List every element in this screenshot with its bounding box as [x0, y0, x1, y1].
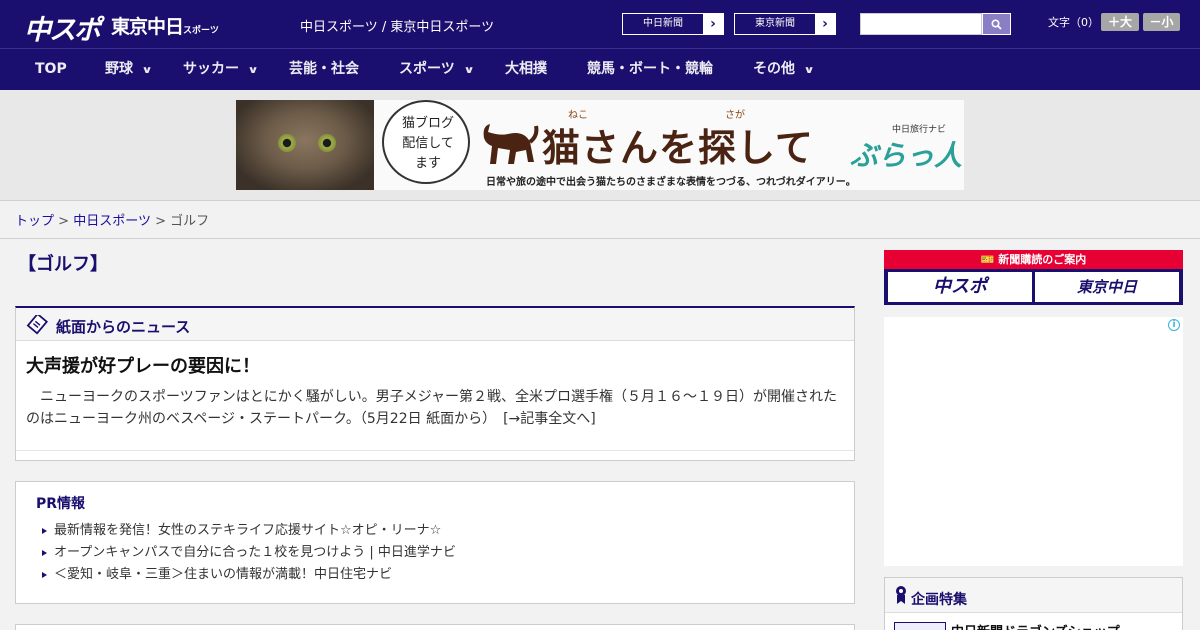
nav-entertainment[interactable]: 芸能・社会 — [289, 49, 359, 90]
nav-sumo[interactable]: 大相撲 — [505, 49, 547, 90]
read-more-link[interactable]: [→記事全文へ] — [503, 411, 596, 427]
chuspo-logo: 中スポ — [888, 272, 1032, 302]
breadcrumb-top[interactable]: トップ — [15, 214, 54, 229]
paper-link-label: 中日新聞 — [643, 18, 683, 29]
tokyo-chunichi-logo[interactable]: 東京中日スポーツ — [111, 12, 219, 39]
nav-sports[interactable]: スポーツ ∨ — [399, 49, 475, 90]
cat-eye — [278, 134, 296, 152]
ad-slot: i — [884, 317, 1183, 566]
chuspo-logo[interactable]: 中スポ — [24, 8, 101, 47]
font-smaller-button[interactable]: －小 — [1143, 13, 1180, 31]
burabito-logo: ぶらっ人 — [850, 139, 963, 172]
pr-link[interactable]: 最新情報を発信！女性のステキライフ応援サイト☆オピ・リーナ☆ — [40, 520, 456, 542]
nav-label: 大相撲 — [505, 61, 547, 77]
nav-label: 競馬・ボート・競輪 — [587, 61, 713, 77]
tokyo-shimbun-link[interactable]: 東京新聞 › — [734, 13, 836, 35]
nav-racing[interactable]: 競馬・ボート・競輪 — [587, 49, 713, 90]
feature-section-header: 企画特集 — [885, 578, 1182, 613]
breadcrumb-current: ゴルフ — [170, 214, 210, 229]
pr-link[interactable]: ＜愛知・岐阜・三重＞住まいの情報が満載！中日住宅ナビ — [40, 564, 456, 586]
nav-label: 芸能・社会 — [289, 61, 359, 77]
article-summary: ニューヨークのスポーツファンはとにかく騒がしい。男子メジャー第２戦、全米プロ選手… — [26, 386, 841, 430]
feature-thumbnail[interactable] — [894, 622, 946, 630]
subscription-label-text: 新聞購読のご案内 — [998, 253, 1087, 266]
ad-info-icon[interactable]: i — [1168, 319, 1180, 331]
chevron-down-icon: ∨ — [247, 65, 259, 76]
banner-title: 猫さんを探して — [542, 126, 814, 170]
banner-area: 猫ブログ配信してます ねこ さが 猫さんを探して 中日旅行ナビ ぶらっ人 日常や… — [0, 90, 1200, 201]
ticket-icon: 🎫 — [980, 253, 995, 266]
breadcrumb-separator: > — [58, 214, 70, 229]
banner-subtitle: 日常や旅の途中で出会う猫たちのさまざまな表情をつづる、つれづれダイアリー。 — [486, 177, 856, 188]
font-size-label: 文字（0） — [1048, 16, 1099, 29]
speech-bubble-text: 猫ブログ配信してます — [401, 116, 454, 171]
tokyo-chunichi-logo: 東京中日 — [1035, 272, 1179, 302]
cat-eye — [318, 134, 336, 152]
article-title[interactable]: 大声援が好プレーの要因に！ — [26, 352, 260, 378]
nav-label: その他 — [753, 61, 795, 77]
chunichi-shimbun-link[interactable]: 中日新聞 › — [622, 13, 724, 35]
feature-section-label: 企画特集 — [911, 592, 967, 608]
newspaper-icon — [26, 315, 48, 335]
chevron-right-icon: › — [703, 14, 723, 34]
cat-blog-banner[interactable]: 猫ブログ配信してます ねこ さが 猫さんを探して 中日旅行ナビ ぶらっ人 日常や… — [236, 100, 964, 190]
chevron-down-icon: ∨ — [803, 65, 815, 76]
divider — [16, 450, 854, 451]
nav-label: スポーツ — [399, 61, 455, 77]
next-section — [15, 624, 855, 630]
breadcrumb-separator: > — [155, 214, 166, 229]
site-title: 中日スポーツ / 東京中日スポーツ — [300, 20, 495, 35]
ribbon-icon — [896, 586, 906, 604]
article-summary-text: ニューヨークのスポーツファンはとにかく騒がしい。男子メジャー第２戦、全米プロ選手… — [26, 389, 838, 427]
pr-section-title: PR情報 — [36, 496, 86, 512]
breadcrumb: トップ > 中日スポーツ > ゴルフ — [15, 210, 209, 229]
cat-photo — [236, 100, 374, 190]
chevron-right-icon: › — [815, 14, 835, 34]
search-button[interactable] — [982, 13, 1011, 35]
pr-list: 最新情報を発信！女性のステキライフ応援サイト☆オピ・リーナ☆ オープンキャンパス… — [40, 520, 456, 586]
tokyo-logo-small: スポーツ — [183, 26, 219, 36]
chevron-down-icon: ∨ — [463, 65, 475, 76]
search-icon — [991, 18, 1002, 30]
main-nav: TOP 野球 ∨ サッカー ∨ 芸能・社会 スポーツ ∨ 大相撲 競馬・ボート・競輪 … — [0, 48, 1200, 90]
search-input[interactable] — [860, 13, 982, 35]
nav-label: TOP — [35, 61, 67, 77]
breadcrumb-chunichi-sports[interactable]: 中日スポーツ — [73, 214, 151, 229]
news-section: 紙面からのニュース 大声援が好プレーの要因に！ ニューヨークのスポーツファンはと… — [15, 306, 855, 461]
pr-link[interactable]: オープンキャンパスで自分に合った１校を見つけよう | 中日進学ナビ — [40, 542, 456, 564]
nav-soccer[interactable]: サッカー ∨ — [183, 49, 259, 90]
nav-top[interactable]: TOP — [35, 49, 67, 90]
tokyo-logo-text: 東京中日 — [111, 16, 184, 38]
font-larger-button[interactable]: ＋大 — [1101, 13, 1139, 31]
nav-other[interactable]: その他 ∨ — [753, 49, 815, 90]
chevron-down-icon: ∨ — [141, 65, 153, 76]
nav-label: サッカー — [183, 61, 239, 77]
nav-label: 野球 — [105, 61, 133, 77]
pr-section: PR情報 最新情報を発信！女性のステキライフ応援サイト☆オピ・リーナ☆ オープン… — [15, 481, 855, 604]
subscription-label: 🎫 新聞購読のご案内 — [884, 250, 1183, 269]
divider — [0, 238, 1200, 239]
subscription-banner[interactable]: 🎫 新聞購読のご案内 中スポ 東京中日 — [884, 250, 1183, 305]
nav-baseball[interactable]: 野球 ∨ — [105, 49, 153, 90]
site-header: 中スポ 東京中日スポーツ 中日スポーツ / 東京中日スポーツ 中日新聞 › 東京… — [0, 0, 1200, 48]
page-title: 【ゴルフ】 — [18, 254, 108, 275]
cat-silhouette-icon — [483, 124, 539, 164]
feature-item-link[interactable]: 中日新聞ドラゴンズショップ — [951, 621, 1120, 630]
news-section-label: 紙面からのニュース — [56, 318, 191, 336]
news-section-header: 紙面からのニュース — [16, 308, 854, 341]
feature-section: 企画特集 中日新聞ドラゴンズショップ — [884, 577, 1183, 630]
paper-link-label: 東京新聞 — [755, 18, 795, 29]
